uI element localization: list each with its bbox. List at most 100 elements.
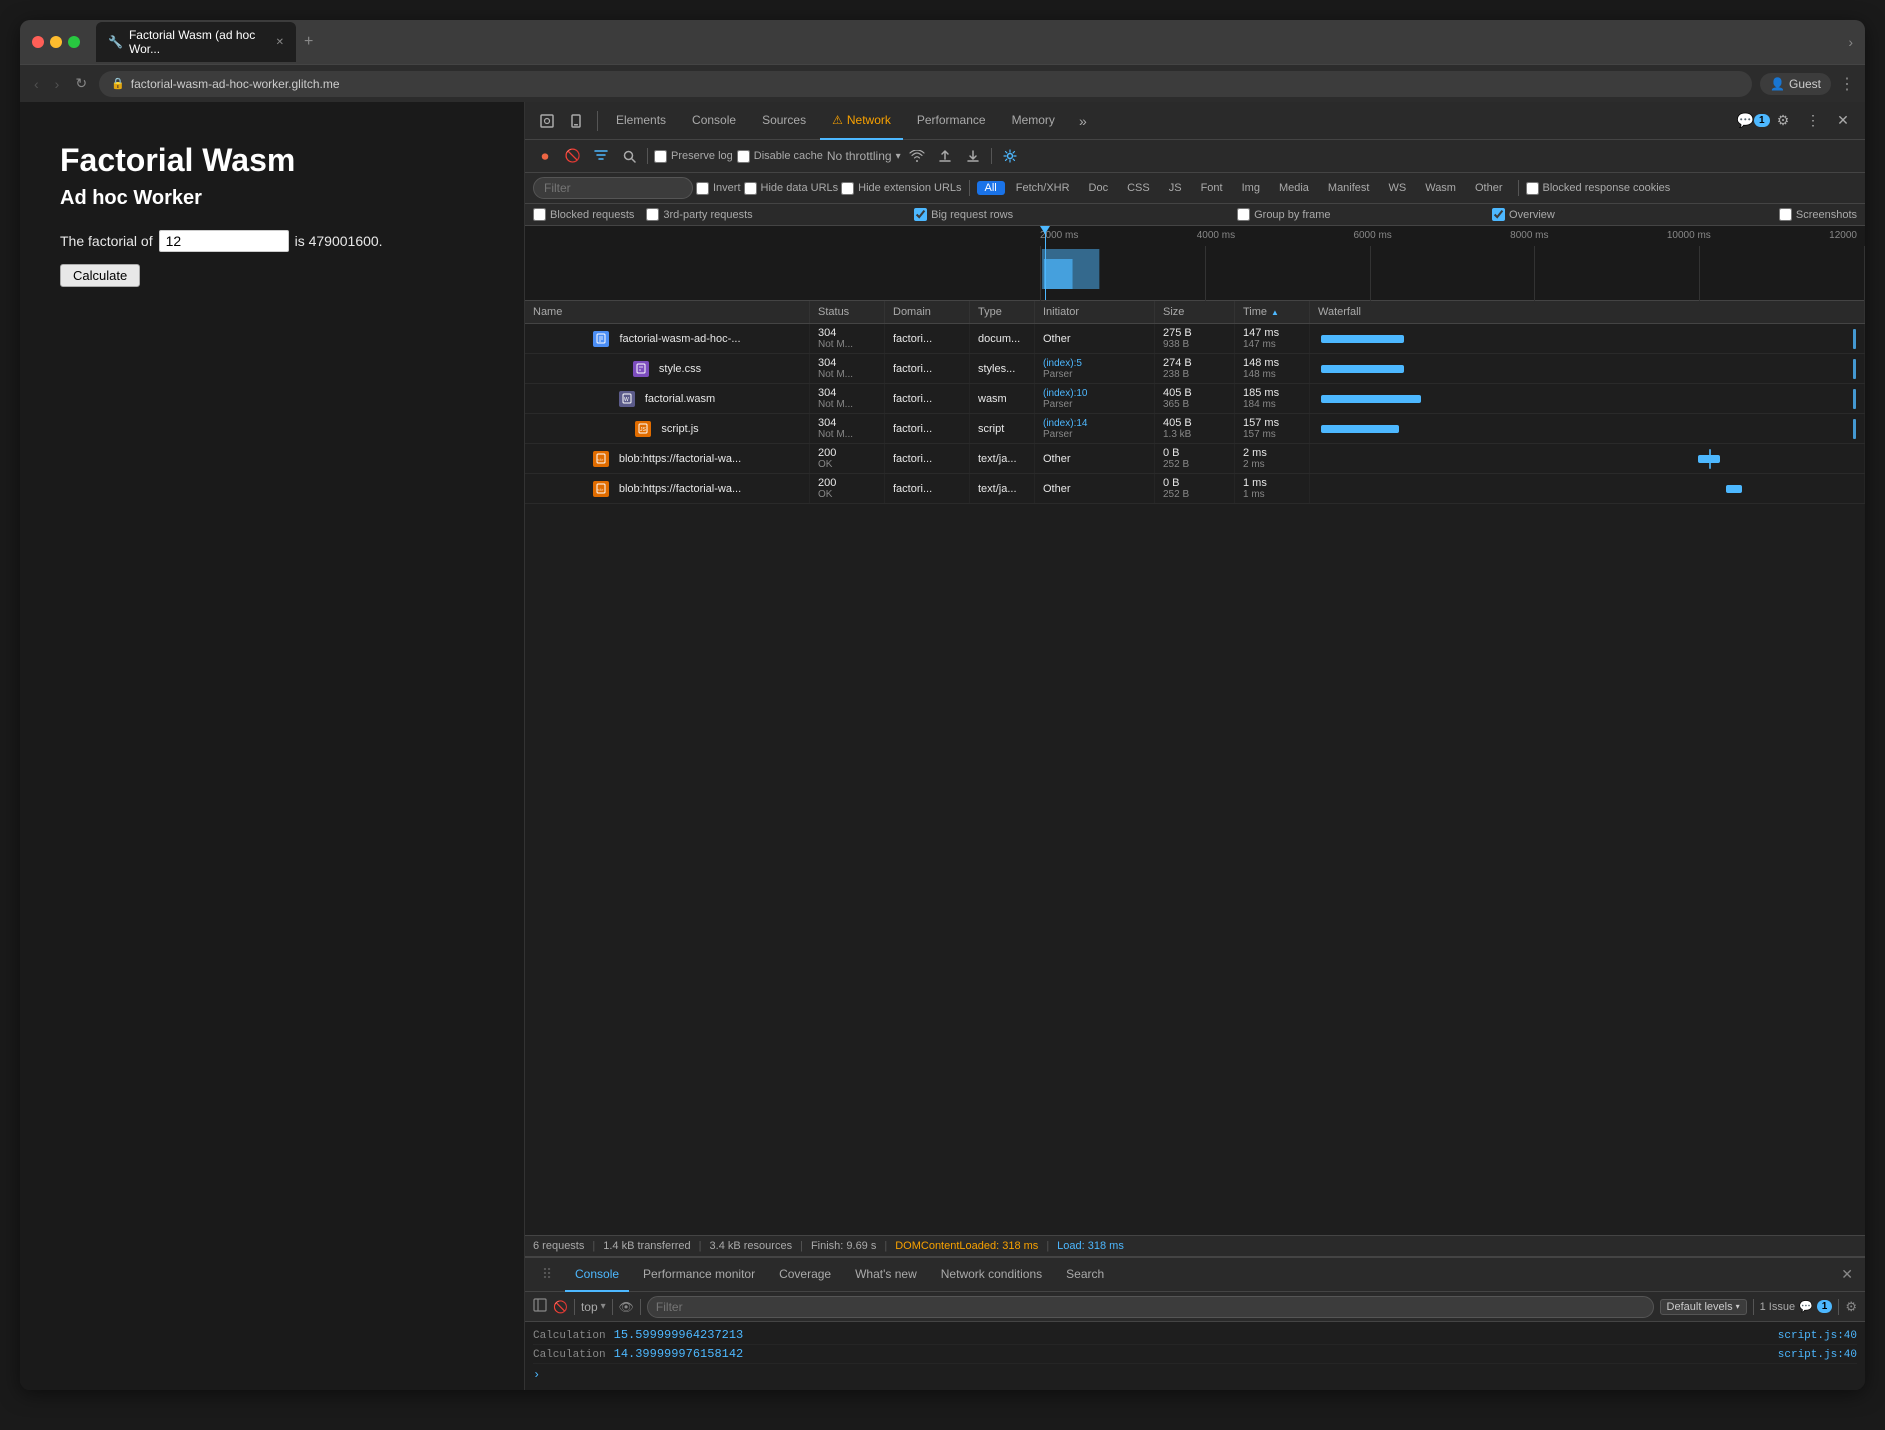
tab-console[interactable]: Console [680,102,748,140]
col-time[interactable]: Time ▲ [1235,301,1310,323]
console-tab-main[interactable]: Console [565,1258,629,1292]
console-expand-arrow[interactable]: › [533,1364,1857,1386]
invert-label[interactable]: Invert [696,182,741,195]
more-tools-btn[interactable]: » [1069,107,1097,135]
forward-btn[interactable]: › [51,72,64,96]
default-levels-btn[interactable]: Default levels ▾ [1660,1299,1747,1315]
preserve-log-checkbox[interactable] [654,150,667,163]
tab-performance-monitor[interactable]: Performance monitor [633,1258,765,1292]
table-row[interactable]: </> blob:https://factorial-wa... 200 OK … [525,444,1865,474]
hide-data-urls-checkbox[interactable] [744,182,757,195]
filter-doc-btn[interactable]: Doc [1081,181,1117,195]
filter-js-btn[interactable]: JS [1161,181,1190,195]
url-bar[interactable]: 🔒 factorial-wasm-ad-hoc-worker.glitch.me [99,71,1752,97]
blocked-cookies-checkbox[interactable] [1526,182,1539,195]
invert-checkbox[interactable] [696,182,709,195]
devtools-device-btn[interactable] [563,107,591,135]
hide-ext-urls-checkbox[interactable] [841,182,854,195]
tab-close-btn[interactable]: ✕ [276,37,284,48]
issues-btn[interactable]: 💬 1 [1739,107,1767,135]
reload-btn[interactable]: ↻ [71,71,91,96]
active-tab[interactable]: 🔧 Factorial Wasm (ad hoc Wor... ✕ [96,22,296,62]
console-filter-input[interactable] [647,1296,1654,1318]
table-row[interactable]: factorial-wasm-ad-hoc-... 304 Not M... f… [525,324,1865,354]
tab-network-conditions[interactable]: Network conditions [931,1258,1052,1292]
blocked-requests-checkbox[interactable] [533,208,546,221]
table-row[interactable]: style.css 304 Not M... factori... styles… [525,354,1865,384]
factorial-input[interactable] [159,230,289,252]
blocked-cookies-label[interactable]: Blocked response cookies [1526,182,1671,195]
third-party-checkbox[interactable] [646,208,659,221]
col-domain[interactable]: Domain [885,301,970,323]
guest-btn[interactable]: 👤 Guest [1760,73,1831,95]
blocked-requests-label[interactable]: Blocked requests [533,208,634,221]
filter-other-btn[interactable]: Other [1467,181,1511,195]
tab-network[interactable]: ⚠ Network [820,102,903,140]
overview-checkbox[interactable] [1492,208,1505,221]
tab-coverage[interactable]: Coverage [769,1258,841,1292]
minimize-button[interactable] [50,36,62,48]
tab-search[interactable]: Search [1056,1258,1114,1292]
table-row[interactable]: JS script.js 304 Not M... factori... [525,414,1865,444]
filter-manifest-btn[interactable]: Manifest [1320,181,1378,195]
col-status[interactable]: Status [810,301,885,323]
wifi-btn[interactable] [905,144,929,168]
tab-whats-new[interactable]: What's new [845,1258,927,1292]
back-btn[interactable]: ‹ [30,72,43,96]
download-btn[interactable] [961,144,985,168]
tab-performance[interactable]: Performance [905,102,998,140]
console-link-1[interactable]: script.js:40 [1778,1330,1857,1342]
settings-btn[interactable]: ⚙ [1769,107,1797,135]
filter-css-btn[interactable]: CSS [1119,181,1158,195]
disable-cache-label[interactable]: Disable cache [737,150,823,163]
search-btn[interactable] [617,144,641,168]
clear-btn[interactable]: 🚫 [561,144,585,168]
close-devtools-btn[interactable]: ✕ [1829,107,1857,135]
close-button[interactable] [32,36,44,48]
col-type[interactable]: Type [970,301,1035,323]
table-row[interactable]: </> blob:https://factorial-wa... 200 OK … [525,474,1865,504]
devtools-inspect-btn[interactable] [533,107,561,135]
filter-wasm-btn[interactable]: Wasm [1417,181,1464,195]
record-btn[interactable]: ⏺ [533,144,557,168]
console-link-2[interactable]: script.js:40 [1778,1349,1857,1361]
console-settings-btn[interactable]: ⚙ [1845,1299,1857,1315]
screenshots-label[interactable]: Screenshots [1779,208,1857,221]
new-tab-btn[interactable]: + [300,29,317,55]
preserve-log-label[interactable]: Preserve log [654,150,733,163]
filter-btn[interactable] [589,144,613,168]
console-clear-btn[interactable]: 🚫 [553,1300,568,1314]
tab-elements[interactable]: Elements [604,102,678,140]
filter-img-btn[interactable]: Img [1234,181,1268,195]
col-size[interactable]: Size [1155,301,1235,323]
upload-btn[interactable] [933,144,957,168]
third-party-label[interactable]: 3rd-party requests [646,208,752,221]
disable-cache-checkbox[interactable] [737,150,750,163]
tab-memory[interactable]: Memory [1000,102,1067,140]
col-initiator[interactable]: Initiator [1035,301,1155,323]
console-eye-btn[interactable]: 👁 [619,1300,634,1314]
maximize-button[interactable] [68,36,80,48]
filter-input[interactable] [533,177,693,199]
hide-ext-urls-label[interactable]: Hide extension URLs [841,182,961,195]
tab-sources[interactable]: Sources [750,102,818,140]
issues-count-btn[interactable]: 1 Issue 💬 1 [1760,1300,1833,1313]
big-rows-label[interactable]: Big request rows [914,208,1013,221]
big-rows-checkbox[interactable] [914,208,927,221]
group-by-frame-label[interactable]: Group by frame [1237,208,1330,221]
filter-font-btn[interactable]: Font [1193,181,1231,195]
close-console-panel-btn[interactable]: ✕ [1837,1262,1857,1287]
hide-data-urls-label[interactable]: Hide data URLs [744,182,839,195]
filter-ws-btn[interactable]: WS [1380,181,1414,195]
settings-icon-btn[interactable] [998,144,1022,168]
calculate-btn[interactable]: Calculate [60,264,140,287]
col-name[interactable]: Name [525,301,810,323]
more-options-btn[interactable]: ⋮ [1839,74,1855,94]
group-by-frame-checkbox[interactable] [1237,208,1250,221]
customize-btn[interactable]: ⋮ [1799,107,1827,135]
console-sidebar-icon[interactable] [533,1298,547,1315]
table-row[interactable]: W factorial.wasm 304 Not M... factori... [525,384,1865,414]
filter-fetch-btn[interactable]: Fetch/XHR [1008,181,1078,195]
overview-label[interactable]: Overview [1492,208,1555,221]
col-waterfall[interactable]: Waterfall [1310,301,1865,323]
